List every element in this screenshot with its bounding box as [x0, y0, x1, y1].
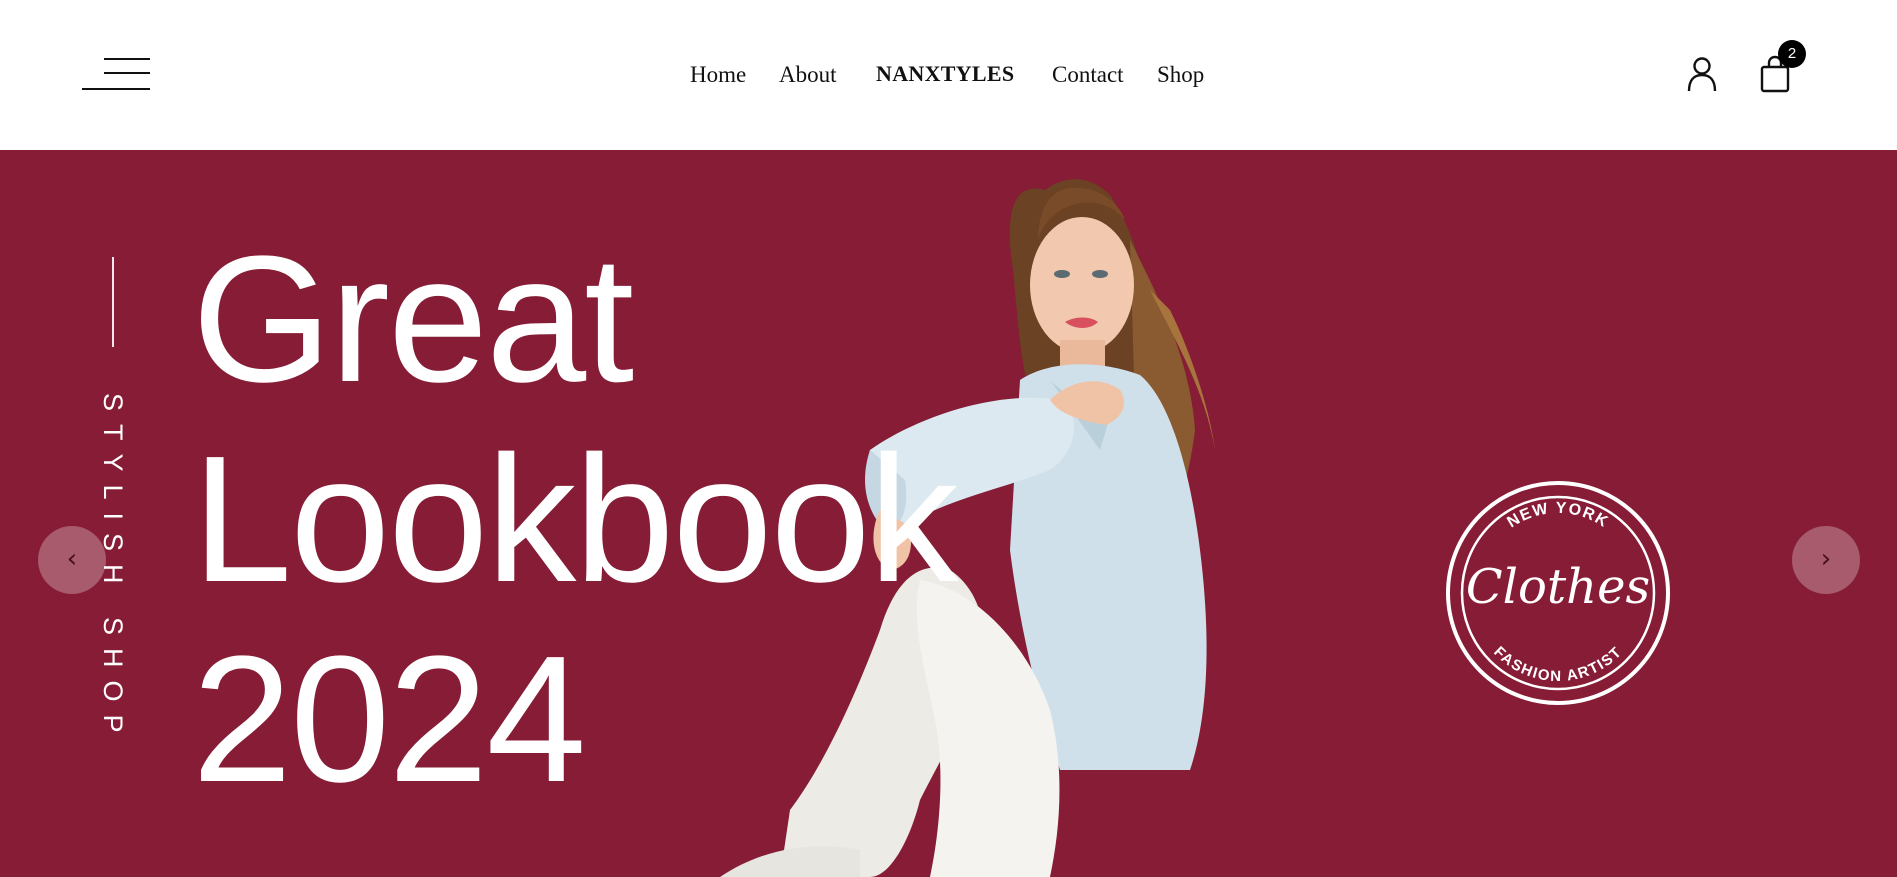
hero-slider: STYLISH SHOP Great Lookbook 2024 NEW YOR…	[0, 150, 1897, 877]
slider-prev-button[interactable]: ‹	[38, 526, 106, 594]
cart-count-badge: 2	[1778, 40, 1806, 68]
svg-text:FASHION ARTIST: FASHION ARTIST	[1490, 643, 1625, 685]
slider-next-button[interactable]: ›	[1792, 526, 1860, 594]
nav-link-shop[interactable]: Shop	[1157, 62, 1204, 88]
nav-link-home[interactable]: Home	[690, 62, 746, 88]
main-nav: Home About NANXTYLES Contact Shop	[0, 58, 1897, 98]
site-header: Home About NANXTYLES Contact Shop 2	[0, 0, 1897, 150]
badge-bottom-text: FASHION ARTIST	[1490, 643, 1624, 685]
vertical-divider	[112, 257, 114, 347]
headline-line-1: Great	[192, 219, 634, 420]
side-label: STYLISH SHOP	[97, 393, 129, 773]
nav-link-contact[interactable]: Contact	[1052, 62, 1124, 88]
badge-script-text: Clothes	[1466, 559, 1650, 615]
brand-logo[interactable]: NANXTYLES	[876, 61, 1014, 87]
user-icon[interactable]	[1686, 56, 1718, 92]
headline-line-3: 2024	[192, 619, 586, 820]
headline-line-2: Lookbook	[192, 419, 959, 620]
hero-headline: Great Lookbook 2024	[192, 220, 1092, 820]
new-york-clothes-badge: NEW YORK FASHION ARTIST Clothes	[1446, 481, 1670, 705]
nav-link-about[interactable]: About	[779, 62, 837, 88]
